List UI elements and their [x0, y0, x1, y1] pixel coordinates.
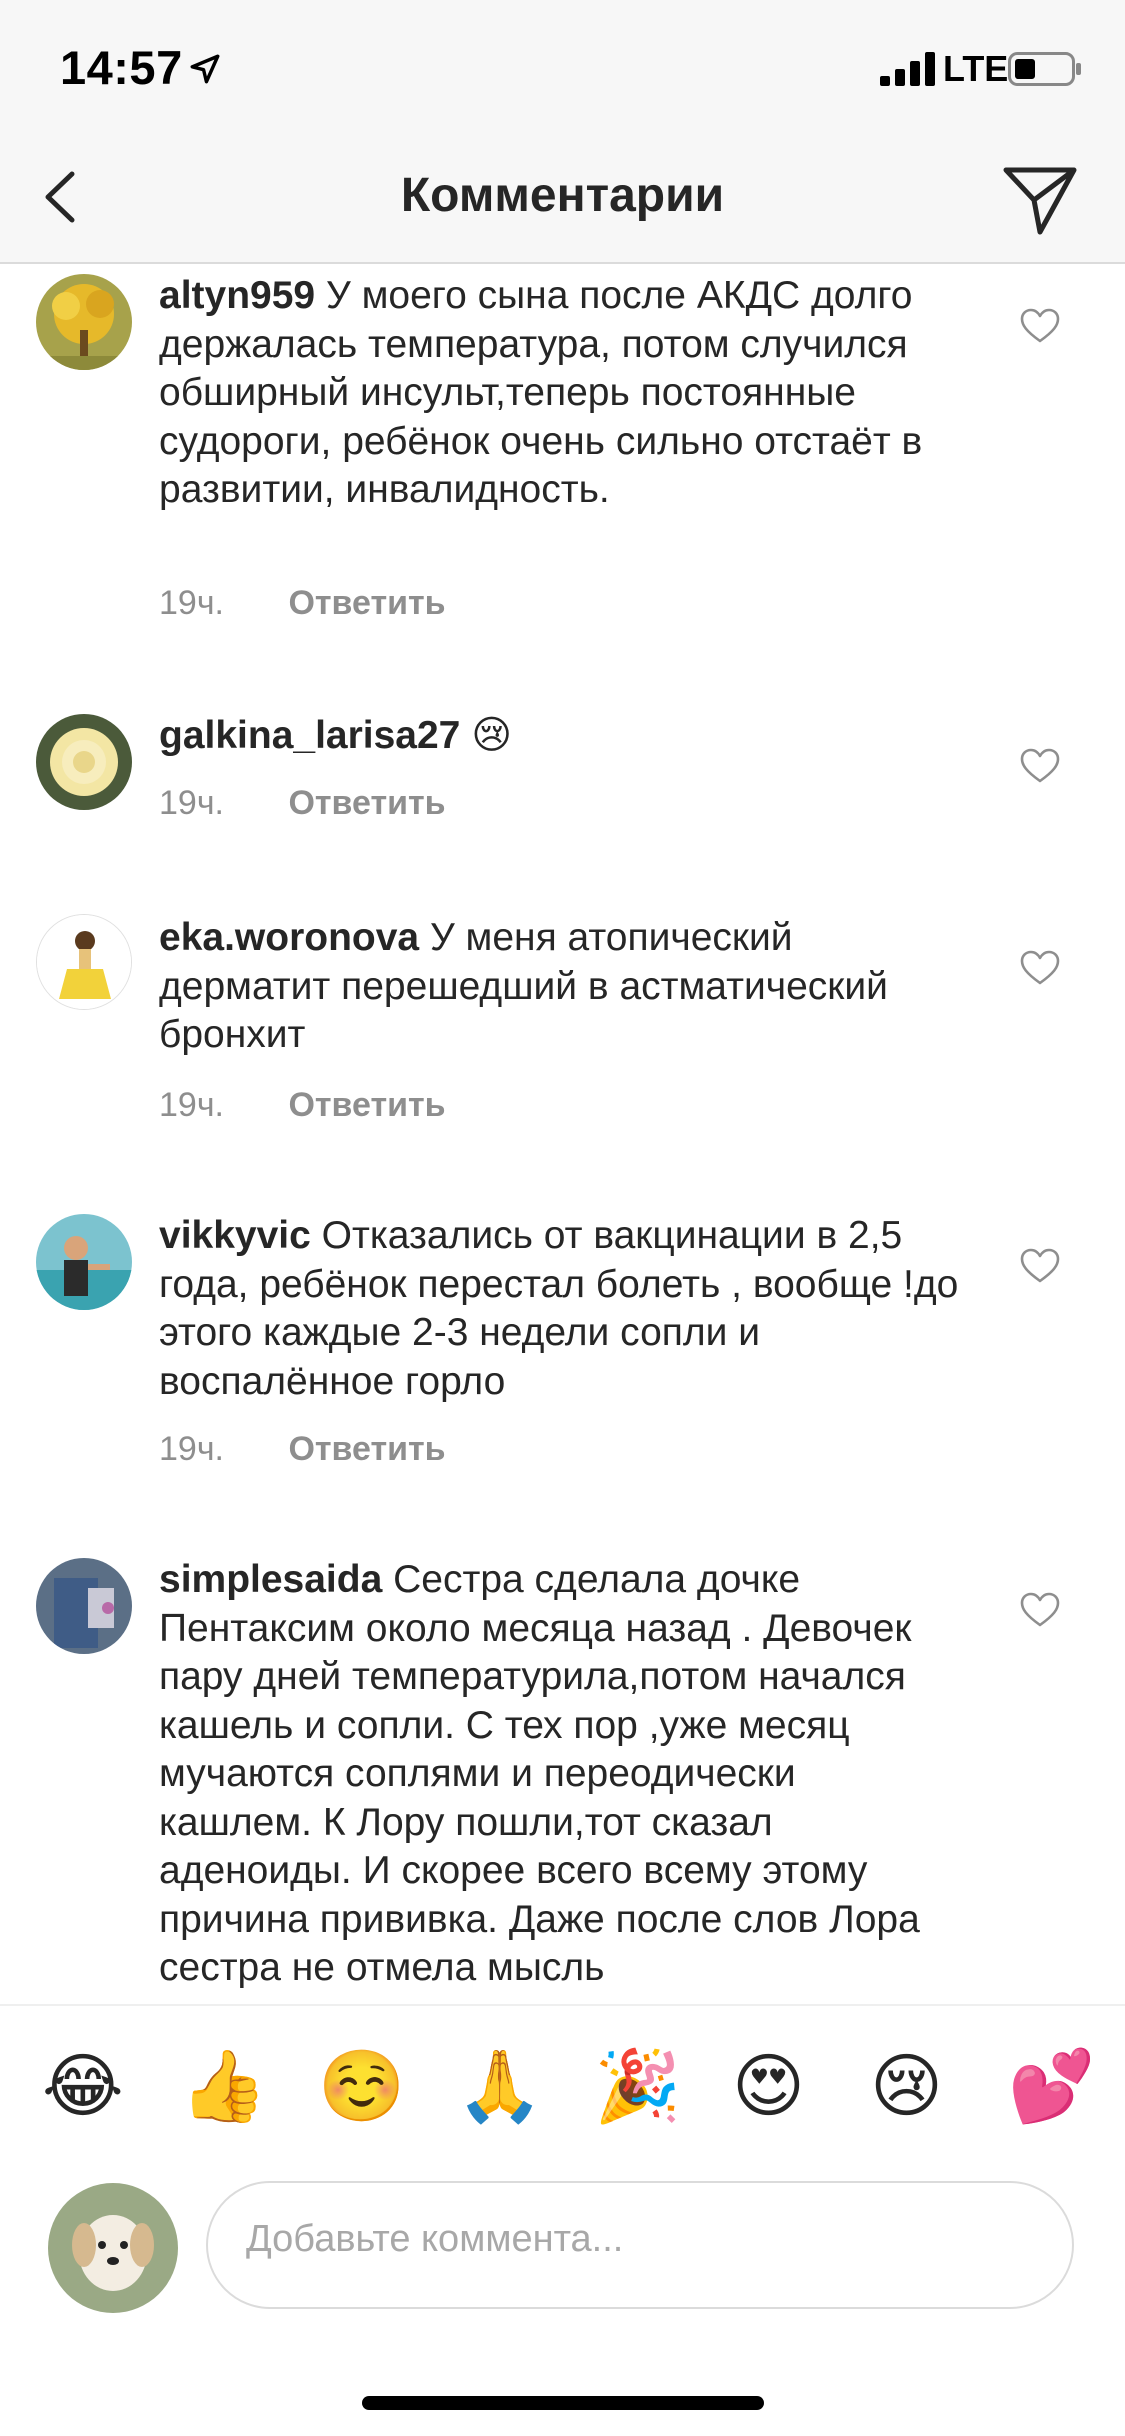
comment-text: galkina_larisa27 😢 — [159, 712, 959, 761]
reply-button[interactable]: Ответить — [288, 584, 445, 622]
comment-body: 😢 — [471, 714, 512, 757]
cellular-signal-icon — [880, 52, 935, 86]
like-heart-icon[interactable] — [1020, 748, 1060, 784]
emoji-thumbs-up-button[interactable]: 👍 — [180, 2046, 267, 2126]
comment-body: Сестра сделала дочке Пентаксим около мес… — [159, 1558, 920, 1989]
comment-input-wrapper[interactable] — [206, 2181, 1074, 2309]
emoji-party-button[interactable]: 🎉 — [594, 2046, 681, 2126]
comment-text: altyn959 У моего сына после АКДС долго д… — [159, 272, 959, 515]
comment-text: eka.woronova У меня атопический дерматит… — [159, 914, 959, 1060]
emoji-smiling-button[interactable]: ☺️ — [318, 2046, 405, 2126]
comment-time: 19ч. — [159, 1430, 224, 1468]
avatar[interactable] — [36, 714, 132, 810]
battery-icon — [1008, 52, 1081, 86]
comment-meta: 19ч. Ответить — [159, 1430, 446, 1469]
avatar[interactable] — [36, 1214, 132, 1310]
comment-text: vikkyvic Отказались от вакцинации в 2,5 … — [159, 1212, 959, 1406]
comment-time: 19ч. — [159, 584, 224, 622]
comment-time: 19ч. — [159, 784, 224, 822]
reply-button[interactable]: Ответить — [288, 1086, 445, 1124]
comment-input[interactable] — [244, 2217, 1028, 2262]
like-heart-icon[interactable] — [1020, 1592, 1060, 1628]
emoji-crying-button[interactable]: 😢 — [870, 2046, 943, 2126]
current-user-avatar — [48, 2183, 178, 2313]
comment-meta: 19ч. Ответить — [159, 1086, 446, 1125]
reply-button[interactable]: Ответить — [288, 784, 445, 822]
emoji-quick-bar: 😂 👍 ☺️ 🙏 🎉 😍 😢 💕 — [0, 2004, 1125, 2169]
comment-time: 19ч. — [159, 1086, 224, 1124]
comment-meta: 19ч. Ответить — [159, 784, 446, 823]
comments-list[interactable]: altyn959 У моего сына после АКДС долго д… — [0, 264, 1125, 2004]
like-heart-icon[interactable] — [1020, 950, 1060, 986]
navigation-bar: Комментарии — [0, 132, 1125, 264]
emoji-two-hearts-button[interactable]: 💕 — [1008, 2046, 1095, 2126]
like-heart-icon[interactable] — [1020, 308, 1060, 344]
reply-button[interactable]: Ответить — [288, 1430, 445, 1468]
status-time: 14:57 — [60, 41, 183, 94]
network-type: LTE — [943, 48, 1009, 89]
comment-username[interactable]: vikkyvic — [159, 1214, 311, 1257]
avatar[interactable] — [36, 1558, 132, 1654]
comment-text: simplesaida Сестра сделала дочке Пентакс… — [159, 1556, 959, 1993]
comment-username[interactable]: eka.woronova — [159, 916, 419, 959]
emoji-joy-button[interactable]: 😂 — [42, 2046, 124, 2126]
location-arrow-icon — [190, 54, 220, 84]
status-bar: 14:57 LTE — [0, 0, 1125, 132]
avatar[interactable] — [36, 914, 132, 1010]
like-heart-icon[interactable] — [1020, 1248, 1060, 1284]
comment-username[interactable]: simplesaida — [159, 1558, 382, 1601]
comment-username[interactable]: altyn959 — [159, 274, 315, 317]
page-title: Комментарии — [400, 169, 725, 222]
direct-send-icon[interactable] — [1000, 162, 1080, 238]
comment-username[interactable]: galkina_larisa27 — [159, 714, 460, 757]
comment-meta: 19ч. Ответить — [159, 584, 446, 623]
home-indicator[interactable] — [362, 2396, 764, 2410]
avatar[interactable] — [36, 274, 132, 370]
emoji-pray-button[interactable]: 🙏 — [456, 2046, 543, 2126]
emoji-heart-eyes-button[interactable]: 😍 — [732, 2046, 805, 2126]
